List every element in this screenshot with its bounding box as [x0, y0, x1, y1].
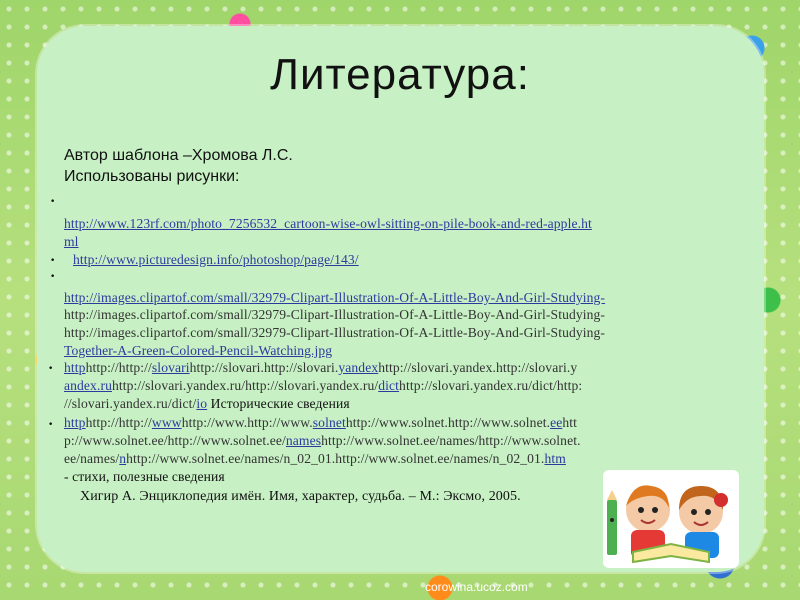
link-yandex-6[interactable]: io — [196, 396, 207, 411]
link-solnet-5[interactable]: names — [286, 433, 321, 448]
text-clipartof-3: http://images.clipartof.com/small/32979-… — [64, 325, 606, 340]
link-solnet-4[interactable]: ee — [550, 415, 562, 430]
link-clipartof-4[interactable]: Together-A-Green-Colored-Pencil-Watching… — [64, 343, 332, 358]
link-yandex-5[interactable]: dict — [378, 378, 399, 393]
link-yandex-3[interactable]: yandex — [338, 360, 378, 375]
slide-title: Литература: — [270, 50, 530, 99]
link-solnet-3[interactable]: solnet — [313, 415, 346, 430]
yandex-text-2: http://slovari.http://slovari. — [189, 360, 339, 375]
yandex-text-4: http://slovari.yandex.ru/http://slovari.… — [111, 378, 379, 393]
children-reading-illustration — [603, 470, 739, 568]
template-author: Автор шаблона –Хромова Л.С. — [64, 147, 293, 164]
site-footer: corowina.ucoz.com — [425, 580, 528, 594]
solnet-text-7: ee/names/ — [64, 451, 120, 466]
link-clipartof-1[interactable]: http://images.clipartof.com/small/32979-… — [64, 290, 605, 305]
link-yandex-1[interactable]: http — [64, 360, 86, 375]
solnet-description: - стихи, полезные сведения — [64, 469, 225, 484]
solnet-text-6: http://www.solnet.ee/names/http://www.so… — [321, 433, 581, 448]
link-picturedesign[interactable]: http://www.picturedesign.info/photoshop/… — [73, 252, 359, 267]
bullet-icon: • — [48, 364, 54, 374]
solnet-text-1: http://http:// — [85, 415, 152, 430]
bullet-icon: • — [50, 272, 56, 282]
solnet-text-5: p://www.solnet.ee/http://www.solnet.ee/ — [64, 433, 286, 448]
solnet-text-2: http://www.http://www. — [181, 415, 313, 430]
link-123rf[interactable]: http://www.123rf.com/photo_7256532_carto… — [64, 216, 592, 231]
link-yandex-2[interactable]: slovari — [152, 360, 190, 375]
link-123rf-cont[interactable]: ml — [64, 234, 79, 249]
text-clipartof-2: http://images.clipartof.com/small/32979-… — [64, 307, 606, 322]
bullet-icon: • — [48, 420, 54, 430]
yandex-text-1: http://http:// — [85, 360, 152, 375]
yandex-description: Исторические сведения — [207, 396, 350, 411]
solnet-text-4: htt — [562, 415, 578, 430]
solnet-text-8: http://www.solnet.ee/names/n_02_01.http:… — [126, 451, 545, 466]
yandex-text-6: //slovari.yandex.ru/dict/ — [64, 396, 197, 411]
link-solnet-2[interactable]: www — [152, 415, 182, 430]
link-yandex-4[interactable]: andex.ru — [64, 378, 112, 393]
bullet-icon: • — [50, 256, 56, 266]
solnet-text-3: http://www.solnet.http://www.solnet. — [345, 415, 551, 430]
bullet-icon: • — [50, 197, 56, 207]
link-solnet-1[interactable]: http — [64, 415, 86, 430]
link-solnet-7[interactable]: htm — [544, 451, 565, 466]
images-used-label: Использованы рисунки: — [64, 168, 240, 185]
book-reference: Хигир А. Энциклопедия имён. Имя, характе… — [80, 489, 521, 504]
yandex-text-3: http://slovari.yandex.http://slovari.y — [378, 360, 578, 375]
yandex-text-5: http://slovari.yandex.ru/dict/http: — [399, 378, 583, 393]
